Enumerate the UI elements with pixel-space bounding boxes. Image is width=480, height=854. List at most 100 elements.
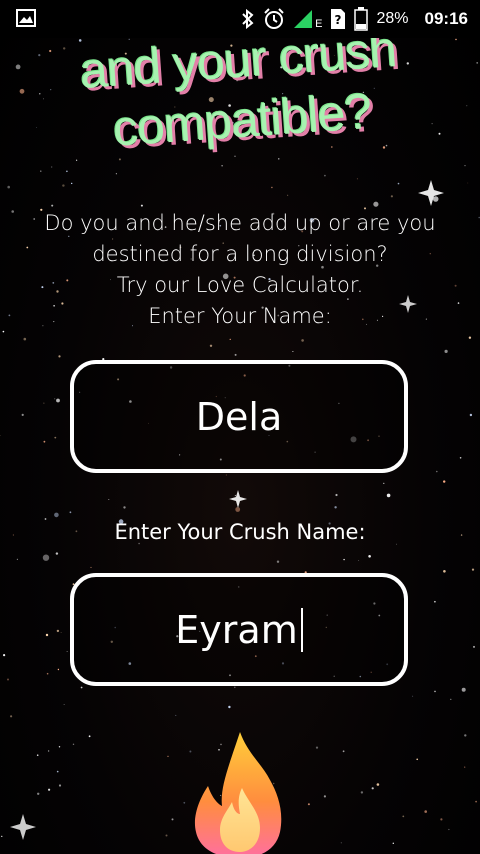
star bbox=[390, 195, 393, 198]
alarm-icon bbox=[264, 8, 284, 29]
star bbox=[46, 672, 49, 675]
star bbox=[402, 815, 405, 818]
star bbox=[276, 560, 280, 563]
star bbox=[434, 600, 436, 603]
star bbox=[371, 787, 374, 790]
star bbox=[334, 506, 337, 509]
crush-name-input[interactable]: Eyram bbox=[70, 573, 408, 686]
star bbox=[368, 555, 371, 558]
star bbox=[386, 493, 391, 498]
star bbox=[10, 715, 13, 718]
your-name-input[interactable]: Dela bbox=[70, 360, 408, 473]
star bbox=[37, 792, 40, 795]
star bbox=[292, 351, 294, 352]
star bbox=[7, 185, 10, 189]
star bbox=[468, 336, 472, 339]
star bbox=[42, 554, 50, 561]
star bbox=[271, 186, 273, 189]
star bbox=[43, 402, 45, 404]
star bbox=[358, 560, 360, 561]
star bbox=[360, 791, 364, 794]
star bbox=[330, 146, 333, 148]
star bbox=[72, 743, 75, 745]
star bbox=[56, 398, 60, 403]
star bbox=[473, 645, 475, 648]
star bbox=[54, 436, 57, 439]
star bbox=[2, 330, 5, 333]
star bbox=[16, 558, 18, 561]
crush-name-value: Eyram bbox=[175, 607, 298, 652]
star bbox=[342, 750, 345, 753]
star bbox=[66, 651, 68, 652]
star bbox=[464, 766, 466, 768]
your-name-label: Enter Your Name: bbox=[148, 304, 332, 328]
star bbox=[56, 770, 59, 773]
star bbox=[225, 474, 227, 476]
star bbox=[115, 173, 117, 175]
star bbox=[382, 146, 386, 149]
star bbox=[461, 687, 466, 692]
star bbox=[58, 355, 61, 358]
star bbox=[209, 344, 213, 347]
star bbox=[3, 654, 6, 657]
star bbox=[51, 166, 53, 168]
star bbox=[335, 493, 338, 497]
star bbox=[471, 568, 475, 571]
star bbox=[340, 842, 342, 844]
star bbox=[343, 558, 345, 561]
star bbox=[412, 695, 414, 697]
battery-icon bbox=[354, 7, 369, 31]
star bbox=[234, 155, 236, 157]
star bbox=[60, 632, 62, 633]
star bbox=[1, 835, 3, 838]
star bbox=[436, 470, 438, 473]
star bbox=[450, 698, 452, 700]
clock-time: 09:16 bbox=[424, 9, 468, 28]
star bbox=[0, 435, 1, 436]
star bbox=[80, 686, 83, 689]
star bbox=[323, 795, 326, 798]
star bbox=[40, 170, 42, 172]
star bbox=[228, 705, 231, 709]
star bbox=[373, 201, 379, 207]
star bbox=[48, 788, 51, 791]
star bbox=[234, 686, 236, 689]
star bbox=[165, 834, 168, 837]
star bbox=[315, 746, 319, 749]
star bbox=[434, 690, 436, 693]
star bbox=[36, 754, 39, 756]
star bbox=[175, 714, 177, 716]
star bbox=[43, 440, 46, 443]
love-calculator-screen: E ? 28% 09:16 and your crush compatible?… bbox=[0, 0, 480, 854]
star bbox=[443, 570, 446, 573]
star bbox=[183, 801, 186, 804]
star bbox=[376, 783, 380, 786]
image-icon bbox=[16, 9, 36, 27]
sim-unknown-icon: ? bbox=[331, 9, 346, 29]
star bbox=[234, 495, 236, 497]
star bbox=[356, 178, 358, 180]
star bbox=[416, 758, 419, 761]
star bbox=[90, 566, 92, 568]
status-icons: E ? 28% 09:16 bbox=[241, 0, 468, 38]
crush-name-label: Enter Your Crush Name: bbox=[114, 520, 366, 544]
star bbox=[108, 499, 110, 500]
star bbox=[475, 800, 477, 803]
star bbox=[444, 349, 448, 353]
star bbox=[167, 755, 169, 757]
star bbox=[234, 353, 237, 356]
star bbox=[54, 398, 56, 400]
star bbox=[397, 182, 400, 185]
svg-text:?: ? bbox=[335, 13, 342, 27]
star bbox=[229, 338, 231, 340]
star bbox=[440, 818, 443, 821]
star bbox=[448, 828, 450, 831]
star bbox=[58, 746, 61, 748]
star bbox=[392, 842, 394, 844]
star bbox=[7, 678, 9, 681]
text-cursor bbox=[300, 607, 303, 652]
star bbox=[443, 480, 446, 483]
intro-text: Do you and he/she add up or are you dest… bbox=[10, 208, 470, 332]
star bbox=[383, 482, 385, 484]
intro-line-1: Do you and he/she add up or are you bbox=[44, 211, 436, 235]
